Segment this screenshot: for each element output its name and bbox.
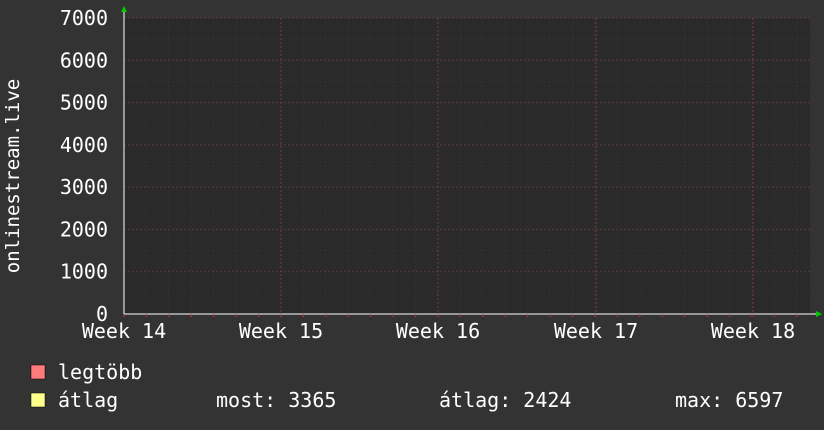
stat-current: most: 3365 [216, 388, 336, 412]
y-axis-label: onlinestream.live [2, 79, 24, 273]
x-tick-label: Week 16 [396, 319, 480, 343]
y-tick-label: 3000 [60, 175, 108, 199]
legend-label-max: legtöbb [58, 360, 142, 384]
y-tick-label: 1000 [60, 260, 108, 284]
x-axis-arrow-icon [816, 311, 822, 317]
chart-container: 0 1000 2000 3000 4000 5000 6000 7000 Week 14 Week… [0, 0, 824, 430]
x-tick-label: Week 15 [239, 319, 323, 343]
y-axis-arrow-icon [121, 6, 127, 12]
y-tick-label: 6000 [60, 48, 108, 72]
stat-average: átlag: 2424 [439, 388, 571, 412]
x-tick-label: Week 18 [711, 319, 795, 343]
legend-label-average: átlag [58, 388, 118, 412]
x-tick-label: Week 14 [82, 319, 166, 343]
y-tick-label: 4000 [60, 133, 108, 157]
stat-max: max: 6597 [675, 388, 783, 412]
rrd-graph: 01000200030004000500060007000Week 14 Week… [2, 6, 822, 412]
y-tick-label: 5000 [60, 91, 108, 115]
y-tick-label: 7000 [60, 6, 108, 30]
y-tick-label: 2000 [60, 217, 108, 241]
legend-swatch-max [30, 364, 46, 380]
legend-swatch-average [30, 392, 46, 408]
x-tick-label: Week 17 [554, 319, 638, 343]
